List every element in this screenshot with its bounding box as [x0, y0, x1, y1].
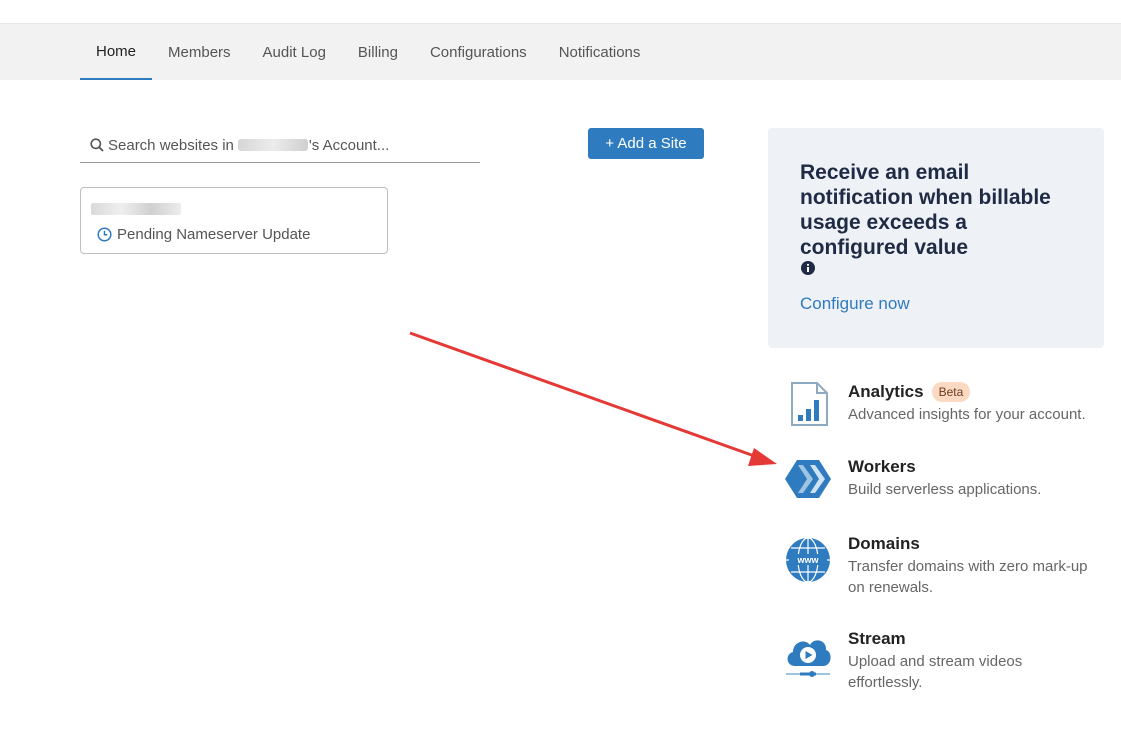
account-nav: Home Members Audit Log Billing Configura… — [0, 24, 1121, 80]
tab-audit-log[interactable]: Audit Log — [247, 24, 342, 80]
stream-title: Stream — [848, 629, 906, 648]
workers-icon — [785, 460, 831, 498]
search-placeholder-suffix: 's Account... — [308, 136, 390, 154]
tab-members[interactable]: Members — [152, 24, 247, 80]
workers-title: Workers — [848, 457, 916, 476]
product-workers[interactable]: Workers Build serverless applications. — [783, 456, 1098, 506]
billing-notification-promo: Receive an email notification when billa… — [768, 128, 1104, 348]
configure-now-link[interactable]: Configure now — [800, 294, 910, 314]
beta-badge: Beta — [931, 382, 971, 402]
search-websites-field[interactable]: Search websites in 's Account... — [80, 128, 480, 163]
globe-www-icon: www — [786, 537, 830, 583]
clock-icon — [97, 227, 112, 242]
nav-tabs: Home Members Audit Log Billing Configura… — [80, 24, 656, 80]
add-site-button[interactable]: + Add a Site — [588, 128, 704, 159]
product-analytics[interactable]: Analytics Beta Advanced insights for your… — [783, 381, 1098, 431]
tab-notifications[interactable]: Notifications — [543, 24, 657, 80]
site-status: Pending Nameserver Update — [97, 226, 310, 243]
search-icon — [90, 138, 104, 152]
domains-description: Transfer domains with zero mark-up on re… — [848, 558, 1088, 596]
tab-billing[interactable]: Billing — [342, 24, 414, 80]
redacted-site-name — [91, 203, 181, 215]
product-stream[interactable]: Stream Upload and stream videos effortle… — [783, 628, 1098, 693]
promo-title: Receive an email notification when billa… — [800, 161, 1051, 259]
site-card[interactable]: Pending Nameserver Update — [80, 187, 388, 254]
domains-title: Domains — [848, 534, 920, 553]
info-icon[interactable] — [801, 261, 815, 275]
analytics-icon — [791, 382, 828, 426]
tab-home[interactable]: Home — [80, 24, 153, 80]
stream-description: Upload and stream videos effortlessly. — [848, 653, 1023, 691]
analytics-description: Advanced insights for your account. — [848, 406, 1086, 423]
search-placeholder-prefix: Search websites in — [108, 136, 234, 154]
analytics-title: Analytics — [848, 382, 924, 401]
tab-configurations[interactable]: Configurations — [414, 24, 543, 80]
site-status-text: Pending Nameserver Update — [117, 226, 311, 243]
redacted-account-name — [237, 136, 308, 154]
svg-text:www: www — [796, 555, 819, 565]
product-domains[interactable]: www Domains Transfer domains with zero m… — [783, 533, 1098, 598]
workers-description: Build serverless applications. — [848, 481, 1042, 498]
cloud-play-icon — [786, 640, 831, 677]
top-strip — [0, 0, 1121, 24]
